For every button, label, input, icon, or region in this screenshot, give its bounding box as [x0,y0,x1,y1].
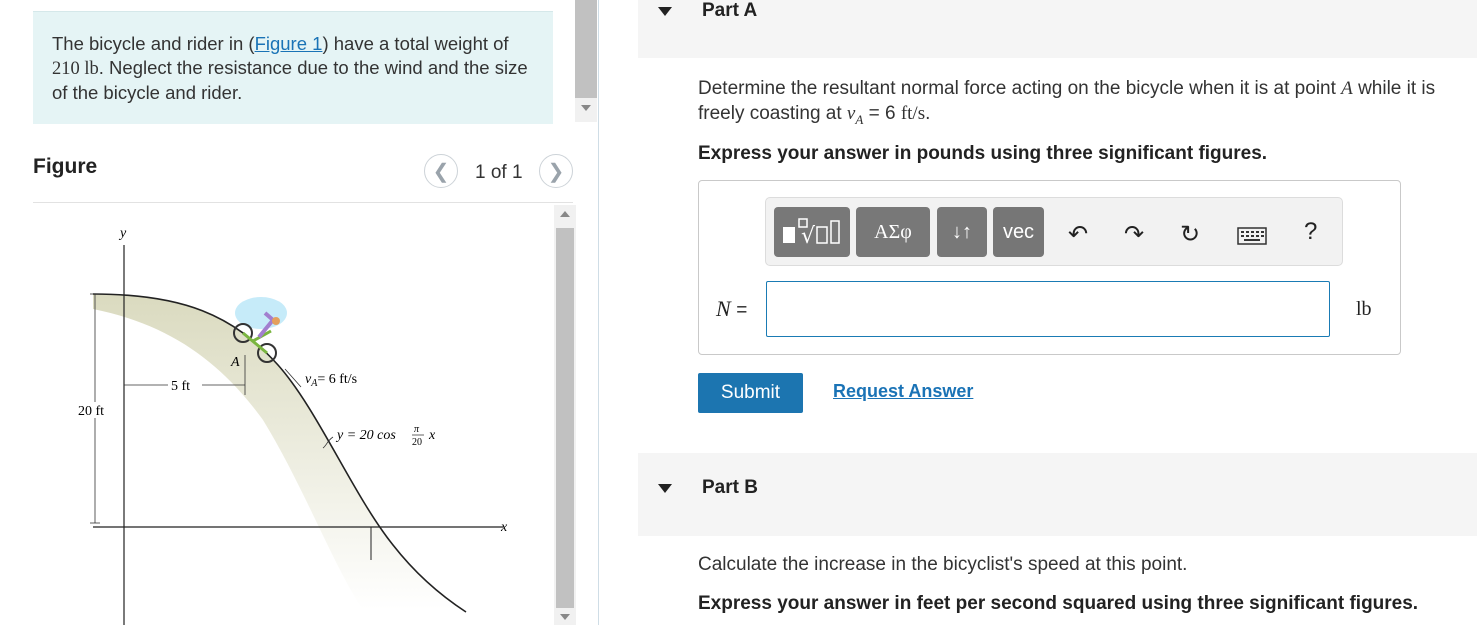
figure-divider [33,202,573,203]
answer-input[interactable] [766,281,1330,337]
answer-variable-label: N = [716,296,748,321]
undo-icon[interactable]: ↶ [1068,220,1088,249]
question-unit: ft/s [900,103,926,124]
height-dimension-label: 20 ft [78,404,104,419]
y-axis-label: y [118,226,127,241]
svg-text:√: √ [801,224,816,247]
curve-equation-fraction-den: 20 [412,437,422,448]
figure-heading: Figure [33,155,98,178]
question-point: A [1341,78,1353,99]
part-b-question: Calculate the increase in the bicyclist'… [698,554,1188,575]
greek-symbols-button[interactable]: ΑΣφ [856,207,930,257]
figure-counter: 1 of 1 [475,162,523,183]
offset-dimension-label: 5 ft [171,379,190,394]
help-button[interactable]: ? [1304,218,1317,246]
part-b-header[interactable] [638,453,1477,536]
scroll-down-arrow-icon[interactable] [560,614,570,620]
curve-equation-fraction-num: π [414,424,420,435]
vector-button[interactable]: vec [993,207,1044,257]
submit-button[interactable]: Submit [698,373,803,413]
hill-curve [92,293,467,613]
chevron-left-icon: ❮ [432,160,450,183]
figure-diagram: y x 20 ft 5 ft A vA= 6 ft/s y = 20 cos π… [73,226,508,625]
problem-weight: 210 lb [52,58,99,79]
problem-text-end: . Neglect the resistance due to the wind… [52,56,528,104]
question-velocity: vA [846,103,864,127]
part-b-instruction: Express your answer in feet per second s… [698,593,1419,614]
part-a-instruction: Express your answer in pounds using thre… [698,143,1268,164]
scroll-up-arrow-icon[interactable] [560,211,570,217]
question-text: Determine the resultant normal force act… [698,78,1336,99]
templates-button[interactable]: √ [774,207,850,257]
figure-scrollbar-thumb[interactable] [556,228,574,608]
figure-link[interactable]: Figure 1 [255,33,323,54]
velocity-label: vA= 6 ft/s [305,372,357,389]
problem-statement: The bicycle and rider in (Figure 1) have… [52,32,542,105]
collapse-caret-icon[interactable] [658,7,672,16]
previous-figure-button[interactable]: ❮ [424,154,458,188]
answer-unit-label: lb [1356,298,1372,320]
point-a-label: A [230,355,240,370]
part-a-header[interactable] [638,0,1477,58]
problem-text-mid: ) have a total weight of [322,33,509,54]
chevron-right-icon: ❯ [547,160,565,183]
part-b-title[interactable]: Part B [702,477,758,499]
problem-scrollbar-thumb[interactable] [575,0,597,98]
keyboard-icon[interactable] [1237,224,1267,252]
redo-icon[interactable]: ↷ [1124,220,1144,249]
problem-text-start: The bicycle and rider in ( [52,33,255,54]
request-answer-link[interactable]: Request Answer [833,381,973,402]
arrows-button[interactable]: ↓↑ [937,207,987,257]
templates-icon: √ [783,218,840,247]
question-period: . [925,103,931,124]
part-a-question: Determine the resultant normal force act… [698,76,1477,132]
curve-equation-x: x [428,428,436,443]
question-eq: = 6 [868,103,896,124]
scroll-down-arrow-icon[interactable] [581,105,591,111]
next-figure-button[interactable]: ❯ [539,154,573,188]
curve-equation-label: y = 20 cos [335,428,396,443]
part-a-title[interactable]: Part A [702,0,757,22]
reset-icon[interactable]: ↻ [1180,220,1200,249]
panel-divider[interactable] [598,0,599,625]
x-axis-label: x [500,520,508,535]
collapse-caret-icon[interactable] [658,484,672,493]
math-toolbar: √ ΑΣφ ↓↑ vec ↶ ↷ ↻ ? [765,197,1343,266]
